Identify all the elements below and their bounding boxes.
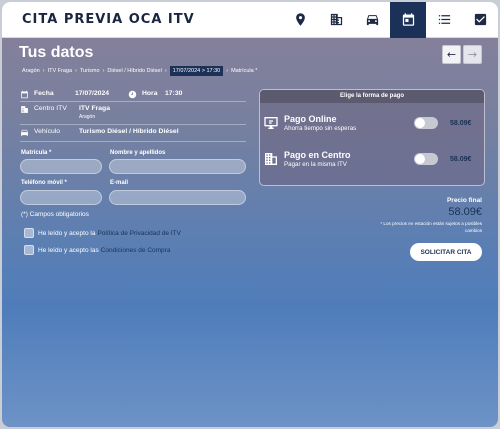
final-price-value: 58.09€: [448, 206, 482, 218]
breadcrumb-date[interactable]: 17/07/2024 > 17:30: [169, 66, 224, 76]
breadcrumb-separator: ›: [226, 68, 229, 74]
privacy-consent-row: He leído y acepto la Política de Privaci…: [24, 228, 181, 238]
nav-car[interactable]: [354, 2, 390, 38]
brand-title: CITA PREVIA OCA ITV: [22, 12, 195, 27]
building-icon: [263, 151, 279, 167]
online-subtitle: Ahorra tiempo sin esperas: [284, 125, 357, 132]
final-price-label: Precio final: [446, 197, 482, 204]
fecha-label: Fecha: [34, 90, 54, 97]
centro-title: Pago en Centro: [284, 150, 351, 160]
online-title: Pago Online: [284, 114, 337, 124]
privacy-checkbox[interactable]: [24, 228, 34, 238]
checkbox-icon: [474, 13, 486, 26]
email-input[interactable]: [109, 190, 246, 205]
centro-text: Pago en Centro Pagar en la misma ITV: [284, 150, 394, 168]
step-navigation: ← →: [442, 45, 482, 64]
nav-list[interactable]: [426, 2, 462, 38]
page-title: Tus datos: [19, 44, 94, 61]
centro-price: 58.09€: [450, 155, 472, 163]
divider: [20, 124, 246, 125]
calendar-icon: [20, 90, 29, 99]
summary-date-row: Fecha 17/07/2024 Hora 17:30: [20, 90, 182, 99]
centro-value: ITV Fraga: [79, 105, 110, 112]
nav-building[interactable]: [318, 2, 354, 38]
centro-region: Aragón: [79, 114, 96, 120]
online-toggle[interactable]: [414, 117, 438, 129]
price-disclaimer: * Los precios en estación están sujetos …: [380, 221, 482, 233]
location-icon: [295, 13, 305, 26]
terms-checkbox[interactable]: [24, 245, 34, 255]
building-icon: [330, 13, 342, 26]
summary-vehiculo-row: Vehículo Turismo Diésel / Híbrido Diésel: [20, 128, 179, 137]
divider: [20, 101, 246, 102]
prev-step-button[interactable]: ←: [442, 45, 461, 64]
email-label: E-mail: [110, 180, 129, 186]
breadcrumb-separator: ›: [102, 68, 105, 74]
breadcrumb-station[interactable]: ITV Fraga: [48, 66, 72, 76]
matricula-label: Matrícula *: [21, 150, 52, 156]
breadcrumb-separator: ›: [75, 68, 77, 74]
building-icon: [20, 105, 29, 114]
car-icon: [20, 128, 29, 137]
centro-subtitle: Pagar en la misma ITV: [284, 161, 347, 168]
privacy-link[interactable]: Política de Privacidad de ITV: [97, 230, 180, 237]
payment-option-online[interactable]: Pago Online Ahorra tiempo sin esperas 58…: [260, 110, 484, 136]
nombre-input[interactable]: [109, 159, 246, 174]
hora-value: 17:30: [165, 90, 183, 97]
terms-text: He leído y acepto las: [38, 246, 99, 254]
calendar-icon: [402, 13, 414, 26]
vehiculo-value: Turismo Diésel / Híbrido Diésel: [79, 128, 179, 135]
nombre-label: Nombre y apellidos: [110, 150, 166, 156]
summary-centro-row: Centro ITV ITV Fraga Aragón: [20, 105, 110, 120]
breadcrumb-vehicle[interactable]: Turismo: [80, 66, 100, 76]
breadcrumb: Aragón › ITV Fraga › Turismo › Diésel / Híb…: [22, 66, 257, 76]
payment-header: Elige la forma de pago: [260, 90, 484, 103]
hora-label: Hora: [142, 90, 158, 97]
breadcrumb-separator: ›: [164, 68, 167, 74]
matricula-input[interactable]: [20, 159, 102, 174]
nav-calendar[interactable]: [390, 2, 426, 38]
breadcrumb-current: Matrícula *: [231, 68, 258, 74]
submit-appointment-button[interactable]: SOLICITAR CITA: [410, 243, 482, 261]
privacy-text: He leído y acepto la: [38, 229, 96, 237]
breadcrumb-fuel[interactable]: Diésel / Híbrido Diésel: [107, 66, 161, 76]
car-icon: [366, 15, 378, 26]
divider: [20, 141, 246, 142]
breadcrumb-region[interactable]: Aragón: [22, 66, 40, 76]
centro-toggle[interactable]: [414, 153, 438, 165]
fecha-value: 17/07/2024: [75, 90, 110, 97]
toggle-knob: [415, 154, 425, 164]
telefono-label: Teléfono móvil *: [21, 180, 67, 186]
list-icon: [438, 15, 450, 24]
breadcrumb-separator: ›: [42, 68, 45, 74]
app-frame: CITA PREVIA OCA ITV Tus datos ← → Aragón…: [2, 2, 498, 427]
required-note: (*) Campos obligatorios: [21, 211, 89, 218]
centro-block: ITV Fraga Aragón: [79, 105, 110, 120]
terms-consent-row: He leído y acepto las Condiciones de Com…: [24, 245, 170, 255]
payment-option-centro[interactable]: Pago en Centro Pagar en la misma ITV 58.…: [260, 146, 484, 172]
clock-icon: [128, 90, 137, 99]
nav-confirm[interactable]: [462, 2, 498, 38]
top-navbar: CITA PREVIA OCA ITV: [2, 2, 498, 38]
monitor-icon: [263, 115, 279, 131]
centro-label: Centro ITV: [34, 105, 67, 112]
telefono-input[interactable]: [20, 190, 102, 205]
terms-link[interactable]: Condiciones de Compra: [101, 247, 171, 254]
toggle-knob: [415, 118, 425, 128]
next-step-button[interactable]: →: [463, 45, 482, 64]
vehiculo-label: Vehículo: [34, 128, 61, 135]
online-price: 58.09€: [450, 119, 472, 127]
payment-panel: Elige la forma de pago Pago Online Ahorr…: [259, 89, 485, 186]
nav-location[interactable]: [282, 2, 318, 38]
online-text: Pago Online Ahorra tiempo sin esperas: [284, 114, 394, 132]
